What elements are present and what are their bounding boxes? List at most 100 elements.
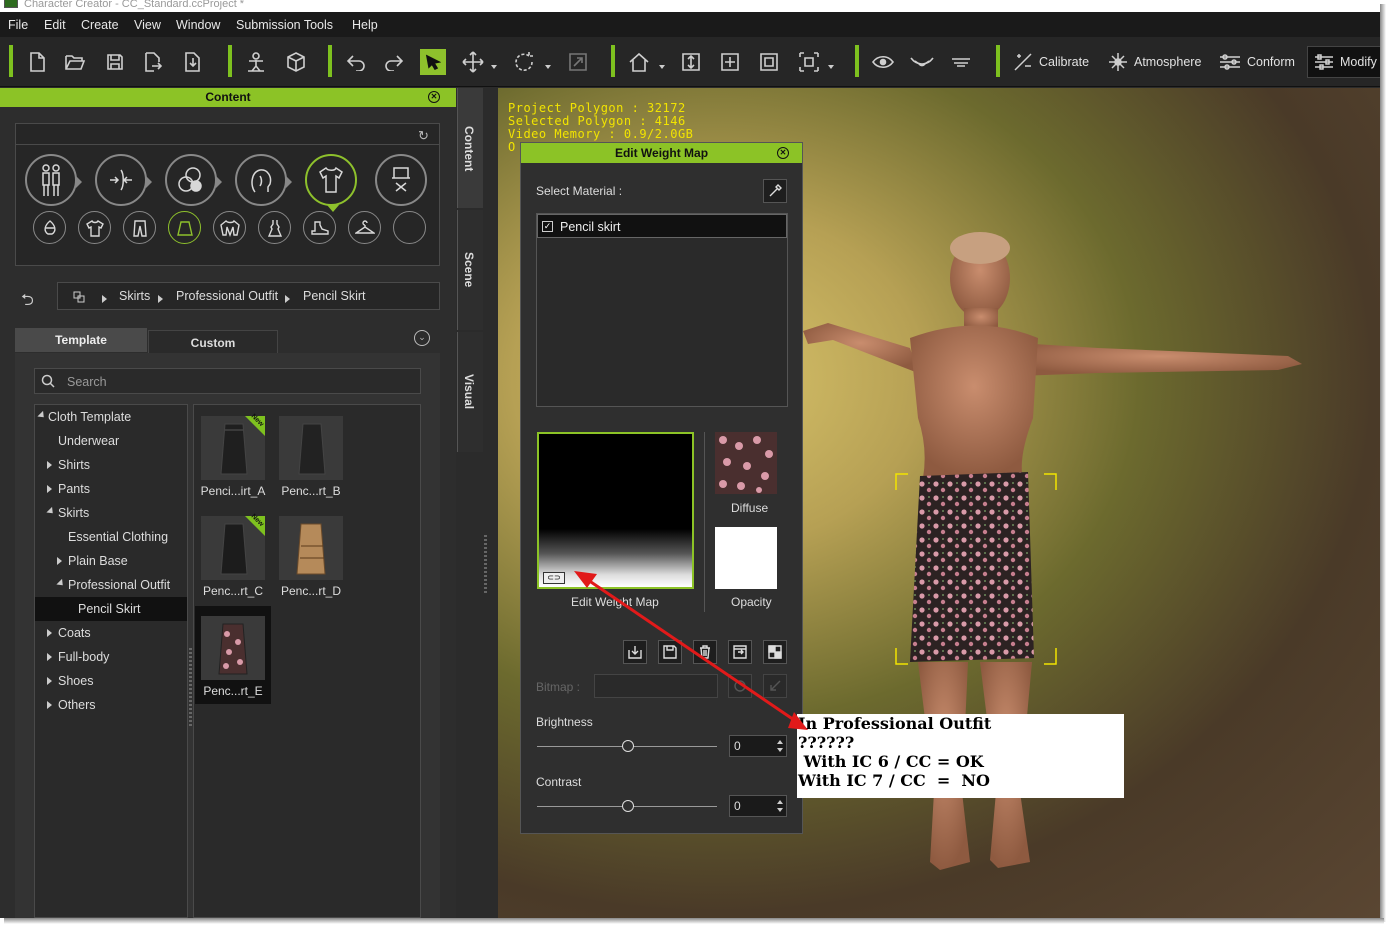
side-tab-scene[interactable]: Scene xyxy=(457,210,483,330)
contrast-stepper[interactable]: 0 xyxy=(729,795,787,817)
underwear-icon[interactable] xyxy=(33,211,66,244)
contrast-slider-knob[interactable] xyxy=(622,800,634,812)
menu-window[interactable]: Window xyxy=(176,18,220,32)
open-folder-icon[interactable] xyxy=(62,49,88,75)
menu-submission-tools[interactable]: Submission Tools xyxy=(236,18,333,32)
chevron-down-icon[interactable] xyxy=(828,65,834,69)
undo-icon[interactable] xyxy=(343,49,369,75)
conform-button[interactable]: Conform xyxy=(1219,49,1295,75)
library-icon[interactable] xyxy=(73,291,85,303)
close-icon[interactable]: ✕ xyxy=(777,147,789,159)
refresh-icon[interactable]: ↻ xyxy=(418,128,429,144)
tree-item-pants[interactable]: Pants xyxy=(47,477,90,501)
body-category-icon[interactable] xyxy=(25,154,82,206)
clothing-category-icon[interactable] xyxy=(305,154,357,212)
brightness-slider-knob[interactable] xyxy=(622,740,634,752)
head-category-icon[interactable] xyxy=(235,154,292,206)
tree-item-skirts[interactable]: Skirts xyxy=(46,501,89,525)
tree-item-full-body[interactable]: Full-body xyxy=(47,645,109,669)
eyedropper-icon[interactable] xyxy=(763,179,787,203)
diffuse-texture[interactable] xyxy=(715,432,777,494)
breadcrumb-pencil-skirt[interactable]: Pencil Skirt xyxy=(303,289,366,303)
tab-template[interactable]: Template xyxy=(15,328,147,352)
character-icon[interactable] xyxy=(243,49,269,75)
material-item[interactable]: ✓ Pencil skirt xyxy=(537,214,787,238)
side-tab-visual[interactable]: Visual xyxy=(457,332,483,452)
dress-icon[interactable] xyxy=(258,211,291,244)
checkbox[interactable]: ✓ xyxy=(542,221,553,232)
back-icon[interactable]: ⮌ xyxy=(21,289,34,316)
move-icon[interactable] xyxy=(460,49,486,75)
tree-item-underwear[interactable]: Underwear xyxy=(58,429,119,453)
collapse-chevron-icon[interactable]: ⌄ xyxy=(414,330,430,346)
wireframe-icon[interactable] xyxy=(909,49,935,75)
tree-item-essential-clothing[interactable]: Essential Clothing xyxy=(68,525,168,549)
frame-all-icon[interactable] xyxy=(717,49,743,75)
eye-icon[interactable] xyxy=(870,49,896,75)
link-icon[interactable]: ⊂⊃ xyxy=(543,572,565,584)
tree-item-plain-base[interactable]: Plain Base xyxy=(57,549,128,573)
splitter-handle[interactable] xyxy=(189,648,192,728)
material-category-icon[interactable] xyxy=(165,154,222,206)
close-icon[interactable]: ✕ xyxy=(428,91,440,103)
atmosphere-button[interactable]: Atmosphere xyxy=(1108,49,1201,75)
view-mode-icon[interactable] xyxy=(796,49,822,75)
skirt-icon[interactable] xyxy=(168,211,201,244)
export-icon[interactable] xyxy=(140,49,166,75)
increment-icon[interactable] xyxy=(775,737,785,746)
chevron-down-icon[interactable] xyxy=(659,65,665,69)
menu-help[interactable]: Help xyxy=(352,18,378,32)
side-tab-content[interactable]: Content xyxy=(457,88,483,208)
tree-item-shirts[interactable]: Shirts xyxy=(47,453,90,477)
accessory-category-icon[interactable] xyxy=(375,154,427,206)
tree-item-professional-outfit[interactable]: Professional Outfit xyxy=(56,573,170,597)
save-icon[interactable] xyxy=(102,49,128,75)
weight-map-preview[interactable]: ⊂⊃ xyxy=(537,432,694,589)
coat-icon[interactable] xyxy=(213,211,246,244)
menu-view[interactable]: View xyxy=(134,18,161,32)
load-image-icon[interactable] xyxy=(623,640,647,664)
redo-icon[interactable] xyxy=(381,49,407,75)
fit-vertical-icon[interactable] xyxy=(678,49,704,75)
brightness-stepper[interactable]: 0 xyxy=(729,735,787,757)
tree-item-coats[interactable]: Coats xyxy=(47,621,91,645)
frame-selected-icon[interactable] xyxy=(756,49,782,75)
breadcrumb-professional-outfit[interactable]: Professional Outfit xyxy=(176,289,278,303)
rotate-icon[interactable] xyxy=(511,49,537,75)
launch-editor-icon[interactable] xyxy=(728,640,752,664)
checker-icon[interactable] xyxy=(763,640,787,664)
modify-button[interactable]: Modify xyxy=(1307,46,1380,78)
opacity-texture[interactable] xyxy=(715,527,777,589)
menu-edit[interactable]: Edit xyxy=(44,18,66,32)
empty-slot-icon[interactable] xyxy=(393,211,426,244)
morph-category-icon[interactable] xyxy=(95,154,152,206)
shoe-icon[interactable] xyxy=(303,211,336,244)
object-cube-icon[interactable] xyxy=(283,49,309,75)
shirt-icon[interactable] xyxy=(78,211,111,244)
decrement-icon[interactable] xyxy=(775,806,785,815)
chevron-down-icon[interactable] xyxy=(491,65,497,69)
decrement-icon[interactable] xyxy=(775,746,785,755)
grid-icon[interactable] xyxy=(948,49,974,75)
chevron-down-icon[interactable] xyxy=(545,65,551,69)
splitter-handle[interactable] xyxy=(484,535,487,595)
increment-icon[interactable] xyxy=(775,797,785,806)
tree-item-shoes[interactable]: Shoes xyxy=(47,669,93,693)
pants-icon[interactable] xyxy=(123,211,156,244)
hanger-icon[interactable] xyxy=(348,211,381,244)
new-file-icon[interactable] xyxy=(24,49,50,75)
breadcrumb-skirts[interactable]: Skirts xyxy=(119,289,150,303)
save-image-icon[interactable] xyxy=(658,640,682,664)
select-arrow-icon[interactable] xyxy=(420,49,446,75)
delete-icon[interactable] xyxy=(693,640,717,664)
calibrate-button[interactable]: Calibrate xyxy=(1013,49,1089,75)
menu-file[interactable]: File xyxy=(8,18,28,32)
tree-item-cloth-template[interactable]: Cloth Template xyxy=(37,405,131,429)
menu-create[interactable]: Create xyxy=(81,18,119,32)
home-icon[interactable] xyxy=(626,49,652,75)
scale-icon[interactable] xyxy=(565,49,591,75)
import-icon[interactable] xyxy=(180,49,206,75)
search-input[interactable]: Search xyxy=(34,368,421,394)
tab-custom[interactable]: Custom xyxy=(148,330,278,354)
tree-item-others[interactable]: Others xyxy=(47,693,96,717)
